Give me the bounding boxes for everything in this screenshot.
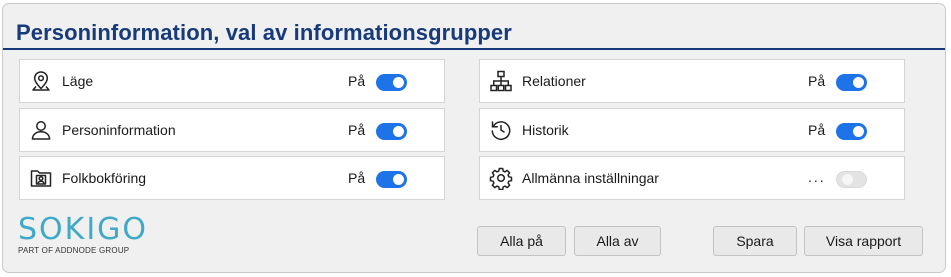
group-label: Historik: [522, 122, 569, 138]
toggle-knob: [393, 126, 404, 137]
group-label: Allmänna inställningar: [522, 170, 659, 186]
group-state: På: [348, 170, 366, 186]
group-label: Relationer: [522, 73, 586, 89]
hierarchy-icon: [489, 69, 513, 93]
toggle-knob: [853, 77, 864, 88]
group-toggle-historik[interactable]: [836, 123, 867, 140]
group-toggle-folkbokforing[interactable]: [376, 171, 407, 188]
group-row-personinformation: Personinformation På: [19, 108, 445, 152]
group-row-folkbokforing: Folkbokföring På: [19, 156, 445, 200]
gear-icon: [489, 166, 513, 190]
all-on-button[interactable]: Alla på: [477, 226, 566, 256]
group-label: Folkbokföring: [62, 170, 147, 186]
group-state: På: [348, 73, 366, 89]
toggle-knob: [393, 77, 404, 88]
sokigo-logo: SOKIGO PART OF ADDNODE GROUP: [18, 212, 149, 256]
group-row-lage: Läge På: [19, 59, 445, 103]
toggle-knob: [842, 174, 853, 185]
toggle-knob: [393, 174, 404, 185]
toggle-knob: [853, 126, 864, 137]
group-row-relationer: Relationer På: [479, 59, 905, 103]
history-icon: [489, 118, 513, 142]
group-row-allmanna-installningar: Allmänna inställningar ...: [479, 156, 905, 200]
group-toggle-allmanna-installningar[interactable]: [836, 171, 867, 188]
group-toggle-personinformation[interactable]: [376, 123, 407, 140]
group-label: Personinformation: [62, 122, 176, 138]
person-icon: [29, 118, 53, 142]
all-off-button[interactable]: Alla av: [574, 226, 661, 256]
group-row-historik: Historik På: [479, 108, 905, 152]
group-toggle-relationer[interactable]: [836, 74, 867, 91]
person-folder-icon: [29, 166, 53, 190]
show-report-button[interactable]: Visa rapport: [804, 226, 923, 256]
group-state: På: [348, 122, 366, 138]
location-pin-icon: [29, 69, 53, 93]
save-button[interactable]: Spara: [713, 226, 797, 256]
logo-wordmark: SOKIGO: [18, 212, 149, 247]
page-title: Personinformation, val av informationsgr…: [16, 20, 512, 45]
group-state: ...: [808, 169, 826, 185]
logo-tagline: PART OF ADDNODE GROUP: [18, 246, 130, 255]
group-toggle-lage[interactable]: [376, 74, 407, 91]
group-label: Läge: [62, 73, 94, 89]
title-divider: [3, 48, 945, 50]
info-groups-dialog: Personinformation, val av informationsgr…: [2, 3, 946, 273]
group-state: På: [808, 122, 826, 138]
group-state: På: [808, 73, 826, 89]
